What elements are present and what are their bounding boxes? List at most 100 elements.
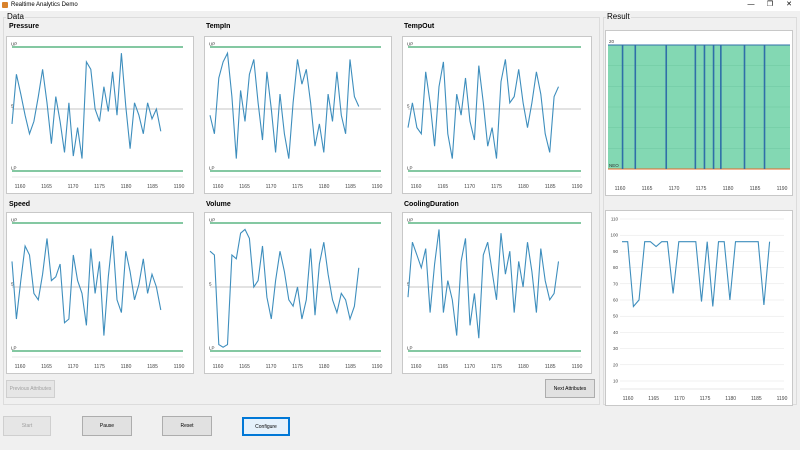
lower-limit-label: LP [407, 166, 413, 171]
x-tick-label: 1165 [437, 184, 448, 190]
chart-title-tempin: TempIn [206, 23, 231, 30]
chart-title-tempout: TempOut [404, 23, 435, 30]
next-attributes-button[interactable]: Next Attributes [545, 379, 595, 398]
main-window: Realtime Analytics Demo — ❐ ✕ Data Resul… [0, 0, 800, 450]
x-tick-label: 1175 [696, 186, 707, 192]
x-tick-label: 1185 [750, 186, 761, 192]
x-tick-label: 1175 [700, 396, 711, 402]
x-tick-label: 1175 [292, 184, 303, 190]
x-tick-label: 1185 [147, 364, 158, 370]
x-tick-label: 1160 [213, 364, 224, 370]
result-score-chart: 110 100 90 80 70 60 50 40 30 20 10 1160 1165 1170 1175… [605, 210, 793, 406]
result-status-chart: 20 NEO 1160 1165 1170 1175 1180 1185 1190 [605, 30, 793, 196]
center-label: 5 [209, 282, 212, 287]
x-tick-label: 1180 [723, 186, 734, 192]
x-tick-label: 1170 [266, 364, 277, 370]
start-button[interactable]: Start [3, 416, 51, 436]
tempout-chart: UP 5 LP 1160 1165 1170 1175 1180 1185 1190 [402, 36, 592, 194]
x-tick-label: 1170 [464, 364, 475, 370]
chart-svg: UP5LP1160 1165 1170 1175 1180 1185 1190 [407, 218, 583, 371]
y-tick-label: 90 [613, 249, 619, 254]
x-tick-label: 1185 [345, 184, 356, 190]
minimize-button[interactable]: — [744, 0, 758, 11]
x-tick-label: 1160 [411, 184, 422, 190]
coolingduration-chart: UP 5 LP 1160 1165 1170 1175 1180 1185 1190 [402, 212, 592, 374]
x-tick-label: 1175 [94, 184, 105, 190]
chart-svg: UP5LP1160 1165 1170 1175 1180 1185 1190 [209, 218, 383, 371]
lower-limit-label: LP [209, 346, 215, 351]
x-tick-label: 1180 [725, 396, 736, 402]
x-tick-label: 1180 [319, 364, 330, 370]
status-bottom-label: NEO [609, 163, 619, 168]
y-tick-label: 20 [613, 362, 619, 367]
chart-svg: UP5LP1160 1165 1170 1175 1180 1185 1190 [11, 42, 185, 191]
x-tick-label: 1185 [751, 396, 762, 402]
upper-limit-label: UP [407, 218, 413, 223]
configure-button[interactable]: Configure [242, 417, 290, 436]
x-tick-label: 1175 [94, 364, 105, 370]
x-tick-label: 1165 [437, 364, 448, 370]
y-tick-label: 10 [613, 379, 619, 384]
result-group-label: Result [606, 12, 631, 21]
lower-limit-label: LP [407, 346, 413, 351]
app-icon [2, 2, 8, 8]
x-tick-label: 1170 [464, 184, 475, 190]
data-series-line [209, 228, 360, 348]
x-tick-label: 1165 [41, 184, 52, 190]
x-tick-label: 1160 [411, 364, 422, 370]
data-series-line [11, 235, 162, 336]
x-tick-label: 1180 [121, 184, 132, 190]
lower-limit-label: LP [209, 166, 215, 171]
center-label: 5 [407, 104, 410, 109]
x-tick-label: 1190 [572, 184, 583, 190]
y-tick-label: 80 [613, 265, 619, 270]
lower-limit-label: LP [11, 346, 17, 351]
pressure-chart: UP 5 LP 1160 1165 1170 1175 1180 1185 1190 [6, 36, 194, 194]
close-button[interactable]: ✕ [782, 0, 796, 11]
reset-button[interactable]: Reset [162, 416, 212, 436]
x-tick-label: 1165 [642, 186, 653, 192]
x-tick-label: 1170 [266, 184, 277, 190]
chart-svg: UP5LP1160 1165 1170 1175 1180 1185 1190 [11, 218, 185, 371]
x-tick-label: 1170 [669, 186, 680, 192]
x-tick-label: 1190 [372, 184, 383, 190]
y-tick-label: 30 [613, 346, 619, 351]
result-score-svg: 110 100 90 80 70 60 50 40 30 20 10 1160 1165 1170 1175… [610, 217, 788, 403]
y-tick-label: 100 [610, 233, 618, 238]
x-tick-label: 1190 [372, 364, 383, 370]
y-tick-label: 50 [613, 314, 619, 319]
maximize-button[interactable]: ❐ [763, 0, 777, 11]
data-group-label: Data [6, 12, 25, 21]
x-tick-label: 1180 [518, 364, 529, 370]
x-tick-label: 1190 [174, 184, 185, 190]
status-top-label: 20 [609, 39, 615, 44]
x-tick-label: 1180 [319, 184, 330, 190]
y-tick-label: 110 [611, 217, 619, 222]
x-tick-label: 1170 [68, 364, 79, 370]
previous-attributes-button[interactable]: Previous Attributes [6, 380, 55, 398]
result-status-svg: 20 NEO 1160 1165 1170 1175 1180 1185 1190 [608, 39, 790, 192]
x-tick-label: 1185 [545, 184, 556, 190]
x-tick-label: 1175 [292, 364, 303, 370]
x-tick-label: 1165 [648, 396, 659, 402]
x-tick-label: 1180 [518, 184, 529, 190]
chart-title-speed: Speed [9, 201, 31, 208]
x-tick-label: 1175 [491, 364, 502, 370]
chart-title-pressure: Pressure [9, 23, 39, 30]
title-bar: Realtime Analytics Demo — ❐ ✕ [0, 0, 800, 11]
pause-button[interactable]: Pause [82, 416, 132, 436]
x-tick-label: 1170 [68, 184, 79, 190]
x-tick-label: 1185 [545, 364, 556, 370]
upper-limit-label: UP [11, 42, 17, 47]
x-tick-label: 1185 [147, 184, 158, 190]
lower-limit-label: LP [11, 166, 17, 171]
data-series-line [11, 53, 162, 159]
data-series-line [407, 229, 560, 339]
data-series-line [209, 51, 360, 159]
chart-svg: UP LP 1160 1165 1170 1175 1180 1185 1190 [209, 42, 383, 191]
x-tick-label: 1165 [239, 184, 250, 190]
x-tick-label: 1160 [213, 184, 224, 190]
x-tick-label: 1190 [572, 364, 583, 370]
x-tick-label: 1190 [777, 396, 788, 402]
chart-title-coolingduration: CoolingDuration [404, 201, 459, 208]
